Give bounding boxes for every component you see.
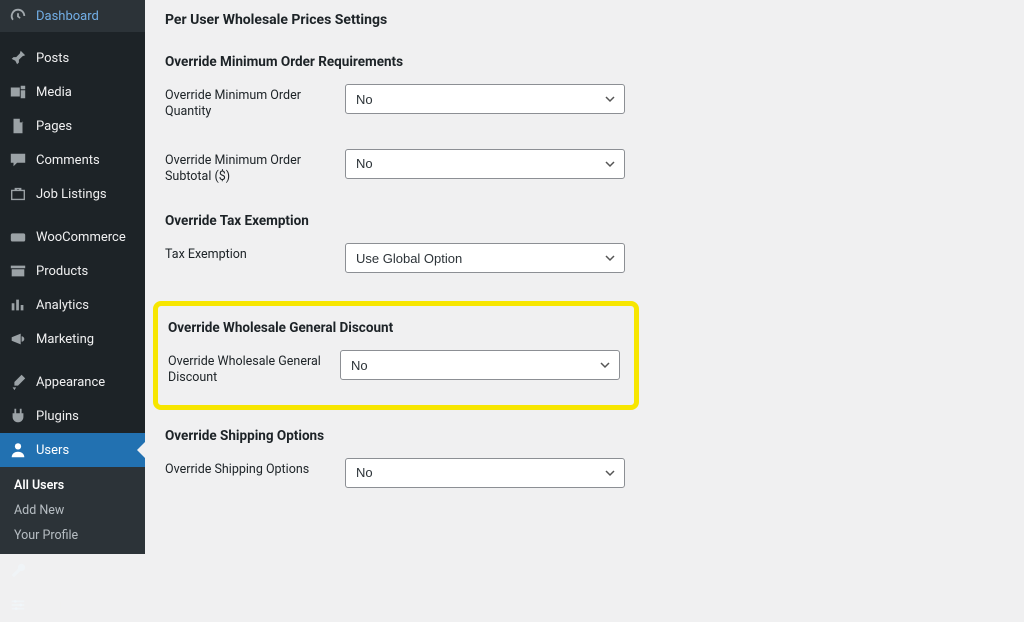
sidebar-label: Pages <box>36 119 137 134</box>
sidebar-label: Posts <box>36 51 137 66</box>
sidebar-label: WooCommerce <box>36 230 137 245</box>
sidebar-label: Products <box>36 264 137 279</box>
sidebar-item-comments[interactable]: Comments <box>0 143 145 177</box>
sidebar-item-pages[interactable]: Pages <box>0 109 145 143</box>
sidebar-item-job-listings[interactable]: Job Listings <box>0 177 145 211</box>
sidebar-item-tools[interactable]: Tools <box>0 554 145 588</box>
row-min-order-subtotal: Override Minimum Order Subtotal ($) No <box>165 149 1004 186</box>
media-icon <box>8 82 28 102</box>
select-tax-exemption[interactable]: Use Global Option <box>345 243 625 273</box>
submenu-item-add-new[interactable]: Add New <box>0 498 145 523</box>
sidebar-label: Comments <box>36 153 137 168</box>
submenu-item-all-users[interactable]: All Users <box>0 473 145 498</box>
analytics-icon <box>8 295 28 315</box>
label-shipping-options: Override Shipping Options <box>165 458 345 478</box>
sidebar-item-users[interactable]: Users <box>0 433 145 467</box>
submenu-item-your-profile[interactable]: Your Profile <box>0 523 145 548</box>
sidebar-label: Job Listings <box>36 187 137 202</box>
sidebar-label: Media <box>36 85 137 100</box>
sidebar-label: Users <box>36 443 137 458</box>
row-shipping-options: Override Shipping Options No <box>165 458 1004 488</box>
sidebar-item-dashboard[interactable]: Dashboard <box>0 0 145 32</box>
row-tax-exemption: Tax Exemption Use Global Option <box>165 243 1004 273</box>
sidebar-item-posts[interactable]: Posts <box>0 41 145 75</box>
settings-icon <box>8 595 28 615</box>
brush-icon <box>8 372 28 392</box>
sidebar-item-woocommerce[interactable]: WooCommerce <box>0 220 145 254</box>
comment-icon <box>8 150 28 170</box>
admin-sidebar: Dashboard Posts Media Pages Comments Job… <box>0 0 145 524</box>
select-min-order-qty[interactable]: No <box>345 84 625 114</box>
sidebar-item-analytics[interactable]: Analytics <box>0 288 145 322</box>
sidebar-separator <box>0 360 145 361</box>
select-wholesale-discount[interactable]: No <box>340 350 620 380</box>
sidebar-label: Dashboard <box>36 9 137 24</box>
briefcase-icon <box>8 184 28 204</box>
select-shipping-options[interactable]: No <box>345 458 625 488</box>
archive-icon <box>8 261 28 281</box>
sidebar-label: Settings <box>36 598 137 613</box>
select-min-order-subtotal[interactable]: No <box>345 149 625 179</box>
sidebar-item-products[interactable]: Products <box>0 254 145 288</box>
main-content: Per User Wholesale Prices Settings Overr… <box>145 0 1024 524</box>
sidebar-item-settings[interactable]: Settings <box>0 588 145 622</box>
users-submenu: All Users Add New Your Profile <box>0 467 145 554</box>
sidebar-label: Analytics <box>36 298 137 313</box>
sidebar-label: Tools <box>36 564 137 579</box>
row-wholesale-discount: Override Wholesale General Discount No <box>168 350 624 387</box>
section-shipping-heading: Override Shipping Options <box>165 428 1004 444</box>
sidebar-label: Marketing <box>36 332 137 347</box>
section-min-order-heading: Override Minimum Order Requirements <box>165 54 1004 70</box>
sidebar-item-appearance[interactable]: Appearance <box>0 365 145 399</box>
megaphone-icon <box>8 329 28 349</box>
sidebar-separator <box>0 215 145 216</box>
sidebar-item-plugins[interactable]: Plugins <box>0 399 145 433</box>
woo-icon <box>8 227 28 247</box>
label-wholesale-discount: Override Wholesale General Discount <box>168 350 340 387</box>
user-icon <box>8 440 28 460</box>
sidebar-separator <box>0 36 145 37</box>
pin-icon <box>8 48 28 68</box>
tools-icon <box>8 561 28 581</box>
sidebar-item-media[interactable]: Media <box>0 75 145 109</box>
sidebar-label: Appearance <box>36 375 137 390</box>
sidebar-item-marketing[interactable]: Marketing <box>0 322 145 356</box>
section-discount-heading: Override Wholesale General Discount <box>168 320 624 336</box>
row-min-order-qty: Override Minimum Order Quantity No <box>165 84 1004 121</box>
page-title: Per User Wholesale Prices Settings <box>165 12 1004 28</box>
label-tax-exemption: Tax Exemption <box>165 243 345 263</box>
page-icon <box>8 116 28 136</box>
label-min-order-subtotal: Override Minimum Order Subtotal ($) <box>165 149 345 186</box>
plugin-icon <box>8 406 28 426</box>
label-min-order-qty: Override Minimum Order Quantity <box>165 84 345 121</box>
highlight-wholesale-discount: Override Wholesale General Discount Over… <box>153 301 639 410</box>
sidebar-label: Plugins <box>36 409 137 424</box>
section-tax-heading: Override Tax Exemption <box>165 213 1004 229</box>
dashboard-icon <box>8 6 28 26</box>
